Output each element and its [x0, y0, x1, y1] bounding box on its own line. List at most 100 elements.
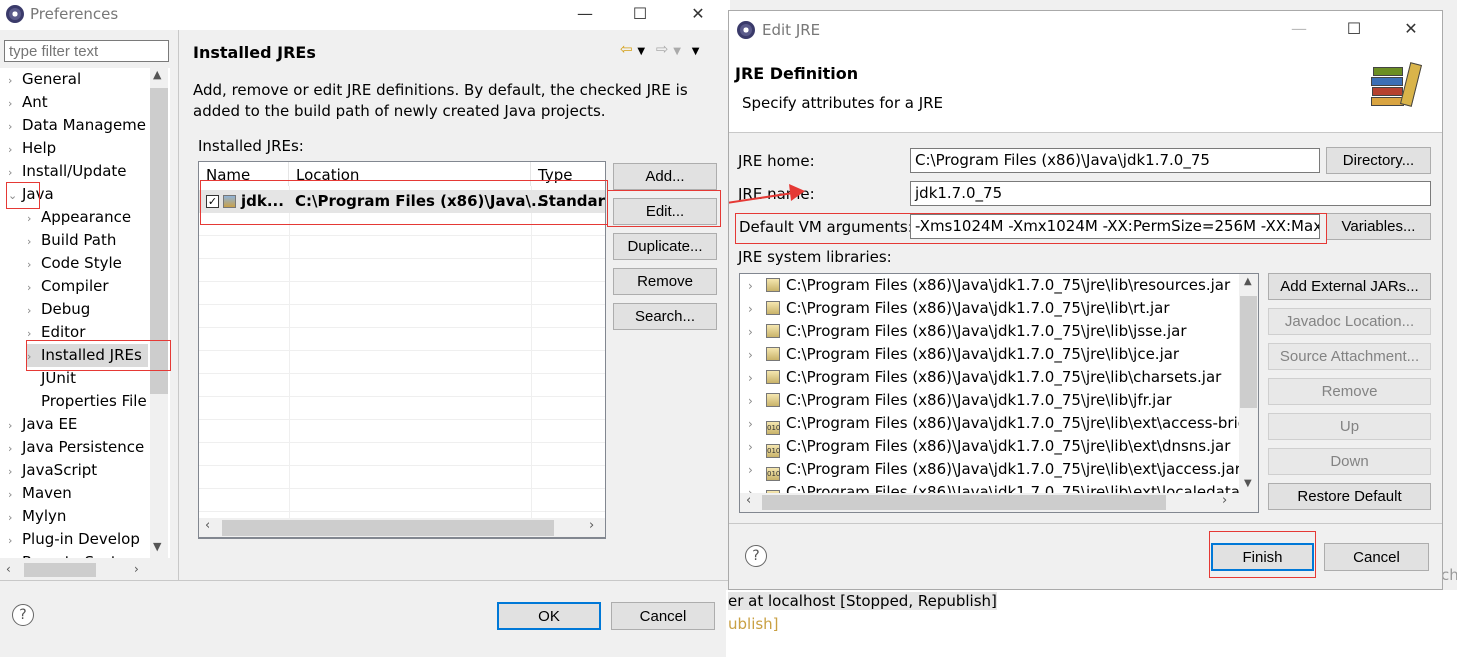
forward-menu-icon[interactable]: ▼ [673, 46, 681, 57]
chevron-right-icon[interactable]: › [8, 414, 22, 437]
library-item[interactable]: › C:\Program Files (x86)\Java\jdk1.7.0_75… [740, 366, 1221, 389]
maximize-button[interactable]: ☐ [625, 2, 655, 26]
chevron-right-icon[interactable]: › [8, 529, 22, 552]
jar-icon: 010 [766, 467, 780, 481]
tree-item[interactable]: › Ant [8, 91, 48, 114]
eclipse-icon [737, 21, 755, 39]
forward-icon[interactable]: ⇨ [656, 40, 669, 58]
directory-button[interactable]: Directory... [1326, 147, 1431, 174]
filter-input[interactable] [4, 40, 169, 62]
chevron-right-icon[interactable]: › [27, 230, 41, 253]
minimize-button[interactable]: — [570, 2, 600, 26]
jre-home-input[interactable]: C:\Program Files (x86)\Java\jdk1.7.0_75 [910, 148, 1320, 173]
library-item[interactable]: › C:\Program Files (x86)\Java\jdk1.7.0_75… [740, 297, 1170, 320]
close-button[interactable]: ✕ [1396, 17, 1426, 41]
chevron-right-icon[interactable]: › [748, 367, 760, 390]
chevron-right-icon[interactable]: › [748, 390, 760, 413]
chevron-right-icon[interactable]: › [8, 506, 22, 529]
tree-item[interactable]: › Java EE [8, 413, 77, 436]
chevron-right-icon[interactable]: › [748, 436, 760, 459]
page-description: Add, remove or edit JRE definitions. By … [193, 81, 688, 120]
chevron-right-icon[interactable]: › [27, 207, 41, 230]
cancel-button[interactable]: Cancel [611, 602, 715, 630]
libs-vscroll-thumb[interactable] [1240, 296, 1257, 408]
chevron-right-icon[interactable]: › [8, 92, 22, 115]
tree-item[interactable]: › Code Style [27, 252, 122, 275]
tree-item[interactable]: › JavaScript [8, 459, 97, 482]
tree-item[interactable]: › Mylyn [8, 505, 66, 528]
tree-item[interactable]: › Appearance [27, 206, 131, 229]
library-item[interactable]: › 010 C:\Program Files (x86)\Java\jdk1.7.0… [740, 412, 1257, 435]
chevron-right-icon[interactable]: › [748, 413, 760, 436]
maximize-button[interactable]: ☐ [1339, 17, 1369, 41]
chevron-right-icon[interactable]: › [8, 552, 22, 558]
table-scroll-thumb[interactable] [222, 520, 554, 536]
jar-icon [766, 324, 780, 338]
view-menu-icon[interactable]: ▼ [692, 46, 700, 57]
highlight-jre-row [200, 180, 608, 225]
minimize-button[interactable]: — [1284, 17, 1314, 41]
chevron-right-icon[interactable]: › [8, 115, 22, 138]
chevron-right-icon[interactable]: › [748, 344, 760, 367]
chevron-right-icon[interactable]: › [748, 298, 760, 321]
jar-icon [766, 370, 780, 384]
empty-row [199, 236, 605, 259]
chevron-right-icon[interactable]: › [8, 69, 22, 92]
chevron-right-icon[interactable]: › [748, 321, 760, 344]
add-external-jars-button[interactable]: Add External JARs... [1268, 273, 1431, 300]
back-menu-icon[interactable]: ▼ [637, 46, 645, 57]
help-icon[interactable]: ? [12, 604, 34, 626]
remove-button[interactable]: Remove [613, 268, 717, 295]
library-item[interactable]: › C:\Program Files (x86)\Java\jdk1.7.0_75… [740, 320, 1186, 343]
up-button[interactable]: Up [1268, 413, 1431, 440]
chevron-right-icon[interactable]: › [8, 437, 22, 460]
variables-button[interactable]: Variables... [1326, 213, 1431, 240]
library-item[interactable]: › C:\Program Files (x86)\Java\jdk1.7.0_75… [740, 274, 1230, 297]
chevron-right-icon[interactable]: › [8, 460, 22, 483]
down-button[interactable]: Down [1268, 448, 1431, 475]
chevron-right-icon[interactable]: › [8, 138, 22, 161]
libs-hscroll-thumb[interactable] [762, 495, 1166, 510]
cancel-button[interactable]: Cancel [1324, 543, 1429, 571]
tree-item[interactable]: › Help [8, 137, 56, 160]
tree-item[interactable]: › Java Persistence [8, 436, 144, 459]
chevron-right-icon[interactable]: › [27, 276, 41, 299]
library-item[interactable]: › 010 C:\Program Files (x86)\Java\jdk1.7.0… [740, 458, 1241, 481]
restore-default-button[interactable]: Restore Default [1268, 483, 1431, 510]
back-icon[interactable]: ⇦ [620, 40, 633, 58]
duplicate-button[interactable]: Duplicate... [613, 233, 717, 260]
javadoc-location-button[interactable]: Javadoc Location... [1268, 308, 1431, 335]
navigation-arrows[interactable]: ⇦ ▼ ⇨ ▼ ▼ [620, 40, 699, 58]
chevron-right-icon[interactable]: › [748, 275, 760, 298]
library-item[interactable]: › C:\Program Files (x86)\Java\jdk1.7.0_75… [740, 389, 1172, 412]
chevron-right-icon[interactable]: › [748, 459, 760, 482]
tree-item[interactable]: › Compiler [27, 275, 109, 298]
tree-item[interactable]: › Plug-in Develop [8, 528, 140, 551]
remove-lib-button[interactable]: Remove [1268, 378, 1431, 405]
source-attachment-button[interactable]: Source Attachment... [1268, 343, 1431, 370]
edit-jre-titlebar: Edit JRE — ☐ ✕ [729, 11, 1442, 45]
search-button[interactable]: Search... [613, 303, 717, 330]
library-item[interactable]: › C:\Program Files (x86)\Java\jdk1.7.0_75… [740, 343, 1179, 366]
tree-item[interactable]: › Maven [8, 482, 72, 505]
chevron-right-icon[interactable]: › [8, 483, 22, 506]
chevron-right-icon[interactable]: › [8, 161, 22, 184]
tree-item[interactable]: › Build Path [27, 229, 116, 252]
tree-item[interactable]: › Install/Update [8, 160, 127, 183]
tree-item[interactable]: Properties File [27, 390, 147, 413]
library-item[interactable]: › 010 C:\Program Files (x86)\Java\jdk1.7.0… [740, 435, 1230, 458]
help-icon[interactable]: ? [745, 545, 767, 567]
jre-name-input[interactable]: jdk1.7.0_75 [910, 181, 1431, 206]
tree-item[interactable]: › Debug [27, 298, 90, 321]
ok-button[interactable]: OK [497, 602, 601, 630]
tree-item[interactable]: ›Remote Syst [8, 551, 117, 558]
add-button[interactable]: Add... [613, 163, 717, 190]
empty-row [199, 466, 605, 489]
dialog-subheading: Specify attributes for a JRE [742, 94, 944, 112]
close-button[interactable]: ✕ [683, 2, 713, 26]
chevron-right-icon[interactable]: › [27, 253, 41, 276]
tree-hscrollbar[interactable]: ‹ › [0, 560, 170, 580]
chevron-right-icon[interactable]: › [27, 299, 41, 322]
tree-item[interactable]: › Data Manageme [8, 114, 146, 137]
tree-item[interactable]: › General [8, 68, 81, 91]
